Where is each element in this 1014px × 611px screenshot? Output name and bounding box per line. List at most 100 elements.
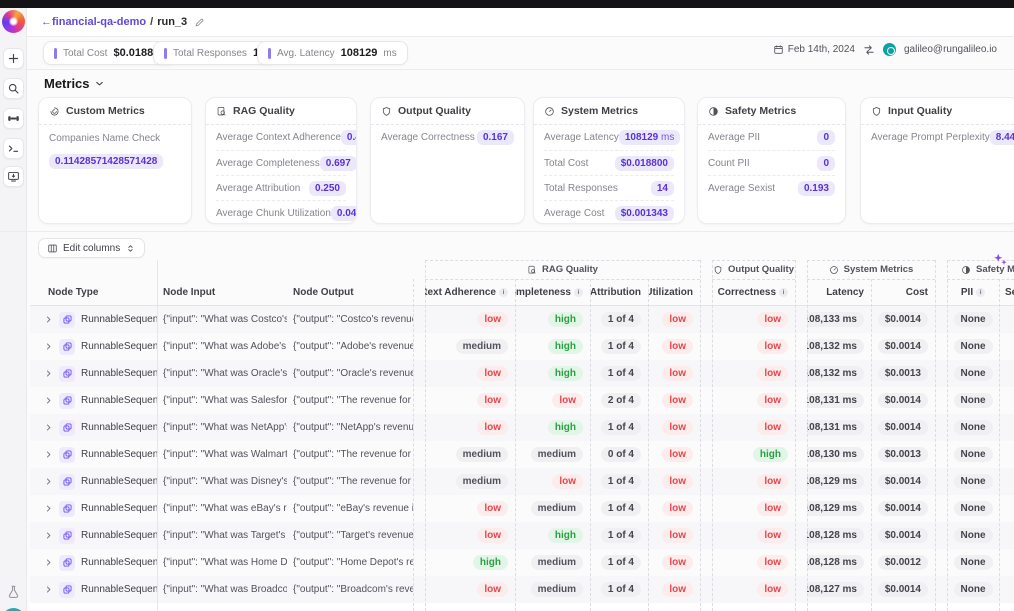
correctness-cell: low <box>712 414 795 441</box>
table-row[interactable]: RunnableSequence{"input": "What was NetA… <box>30 414 1014 441</box>
latency-cell: 108,130 ms <box>807 441 871 468</box>
expand-chevron-icon[interactable] <box>44 315 53 324</box>
latency-cell: 108,133 ms <box>807 306 871 333</box>
column-header-node-type[interactable]: Node Type <box>30 279 157 305</box>
new-project-button[interactable] <box>3 48 24 69</box>
expand-chevron-icon[interactable] <box>44 477 53 486</box>
date-picker[interactable]: Feb 14th, 2024 <box>773 44 855 55</box>
columns-icon <box>47 243 58 254</box>
value-badge: 108,131 ms <box>807 420 864 435</box>
expand-chevron-icon[interactable] <box>44 558 53 567</box>
expand-chevron-icon[interactable] <box>44 396 53 405</box>
cell-spacer <box>700 549 712 576</box>
expand-chevron-icon[interactable] <box>44 504 53 513</box>
table-row[interactable]: RunnableSequence{"input": "What was Broa… <box>30 576 1014 603</box>
rag-quality-icon <box>527 265 537 275</box>
cost-cell: $0.0013 <box>871 360 935 387</box>
info-icon[interactable]: i <box>779 288 788 297</box>
date-label: Feb 14th, 2024 <box>788 44 855 55</box>
metric-row-label: Average Context Adherence <box>216 132 341 143</box>
column-header-label: Completeness <box>515 287 571 298</box>
column-header-latency[interactable]: Latency <box>807 279 871 305</box>
column-header-attribution[interactable]: Attribution <box>590 279 648 305</box>
user-avatar[interactable] <box>883 43 896 56</box>
context-adherence-cell: low <box>425 414 515 441</box>
expand-chevron-icon[interactable] <box>44 585 53 594</box>
galileo-logo[interactable] <box>2 10 25 33</box>
table-row[interactable]: RunnableSequence{"input": "What was Targ… <box>30 522 1014 549</box>
node-output-cell: {"output": "Adobe's revenue in ... <box>287 333 413 360</box>
column-header-utilization[interactable]: Utilization <box>648 279 700 305</box>
user-email[interactable]: galileo@rungalileo.io <box>904 44 997 55</box>
edit-columns-label: Edit columns <box>63 243 120 254</box>
edit-run-name-icon[interactable] <box>194 17 205 28</box>
rag-quality-icon <box>216 106 227 117</box>
cell-spacer <box>935 387 947 414</box>
ai-sparkle-icon[interactable] <box>992 252 1008 268</box>
column-header-label: Node Input <box>163 287 215 298</box>
completeness-cell: medium <box>515 576 590 603</box>
edit-columns-button[interactable]: Edit columns <box>38 238 145 258</box>
column-header-correctness[interactable]: Correctnessi <box>712 279 795 305</box>
breadcrumb-project-link[interactable]: ←financial-qa-demo <box>41 16 146 28</box>
column-header-context-adherence[interactable]: Context Adherencei <box>425 279 515 305</box>
info-icon[interactable]: i <box>976 288 985 297</box>
info-icon[interactable]: i <box>574 288 583 297</box>
column-header-node-input[interactable]: Node Input <box>157 279 287 305</box>
table-row[interactable]: RunnableSequence{"input": "What was Walm… <box>30 441 1014 468</box>
section-divider <box>0 231 1014 232</box>
metrics-section-toggle[interactable]: Metrics <box>44 76 105 91</box>
cell-spacer <box>935 468 947 495</box>
expand-chevron-icon[interactable] <box>44 342 53 351</box>
table-row[interactable]: RunnableSequence{"input": "What was Home… <box>30 549 1014 576</box>
expand-chevron-icon[interactable] <box>44 423 53 432</box>
column-header-cost[interactable]: Cost <box>871 279 935 305</box>
node-type-label: RunnableSequence <box>81 368 157 379</box>
cell-spacer <box>795 468 807 495</box>
sexist-cell <box>999 333 1014 360</box>
search-button[interactable] <box>3 78 24 99</box>
column-header-pii[interactable]: PIIi <box>947 279 999 305</box>
completeness-cell: low <box>515 468 590 495</box>
metric-row: Average Attribution0.250 <box>216 175 346 200</box>
level-badge-low: low <box>477 366 508 381</box>
level-badge-low: low <box>757 474 788 489</box>
input-quality-icon <box>871 106 882 117</box>
cost-cell: $0.0013 <box>871 441 935 468</box>
node-input-cell: {"input": "What was Salesforce'... <box>157 387 287 414</box>
context-adherence-cell: low <box>425 522 515 549</box>
table-row[interactable]: RunnableSequence{"input": "What was eBay… <box>30 495 1014 522</box>
metric-value-badge: 8.443 <box>990 130 1014 145</box>
metric-row-label: Average Completeness <box>216 158 320 169</box>
table-row[interactable]: RunnableSequence{"input": "What was Orac… <box>30 360 1014 387</box>
node-type-label: RunnableSequence <box>81 503 157 514</box>
compare-runs-icon[interactable] <box>863 44 875 56</box>
metric-card-output-quality: Output QualityAverage Correctness0.167 <box>370 97 525 224</box>
utilization-cell: low <box>648 387 700 414</box>
table-row[interactable]: RunnableSequence{"input": "What was Sale… <box>30 387 1014 414</box>
utilization-cell: low <box>648 522 700 549</box>
value-badge: 1 of 4 <box>601 339 641 354</box>
column-group-system-metrics: System Metrics <box>807 260 935 279</box>
expand-chevron-icon[interactable] <box>44 531 53 540</box>
table-row[interactable]: RunnableSequence{"input": "What was Adob… <box>30 333 1014 360</box>
attribution-cell: 1 of 4 <box>590 576 648 603</box>
table-row[interactable]: RunnableSequence{"input": "What was Cost… <box>30 306 1014 333</box>
sexist-cell <box>999 468 1014 495</box>
value-badge: 108,133 ms <box>807 312 864 327</box>
metric-row: Average Prompt Perplexity8.443 <box>871 125 1009 150</box>
cost-cell: $0.0012 <box>871 549 935 576</box>
table-header-row: Node Type Node Input Node Output Context Ad… <box>30 279 1014 306</box>
experiment-flask-icon[interactable] <box>6 584 21 599</box>
correctness-cell: low <box>712 549 795 576</box>
column-header-label: Latency <box>826 287 864 298</box>
column-header-node-output[interactable]: Node Output <box>287 279 413 305</box>
value-badge: 1 of 4 <box>601 555 641 570</box>
column-header-label: Correctness <box>718 287 776 298</box>
info-icon[interactable]: i <box>499 288 508 297</box>
column-header-completeness[interactable]: Completenessi <box>515 279 590 305</box>
column-header-sexist[interactable]: Sexist <box>999 279 1014 305</box>
expand-chevron-icon[interactable] <box>44 450 53 459</box>
table-row[interactable]: RunnableSequence{"input": "What was Disn… <box>30 468 1014 495</box>
expand-chevron-icon[interactable] <box>44 369 53 378</box>
